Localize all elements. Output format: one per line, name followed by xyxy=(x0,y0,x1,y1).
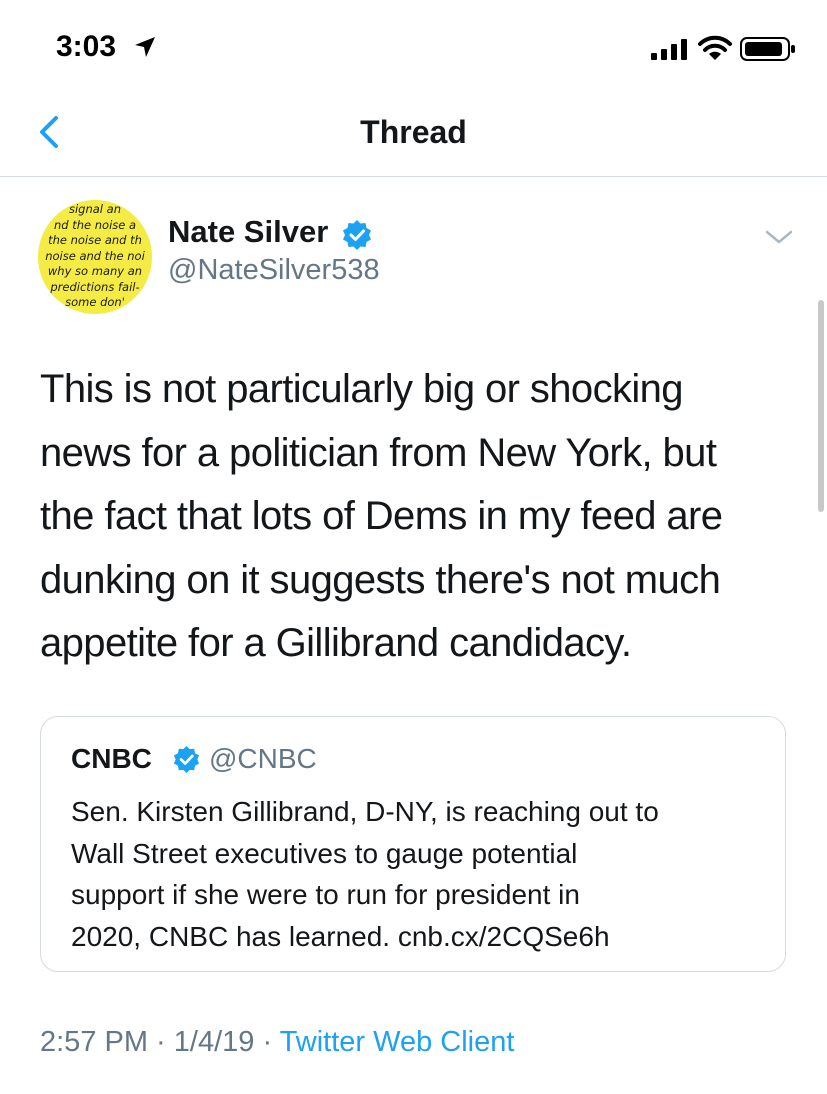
meta-separator: · xyxy=(254,1026,280,1058)
author-handle[interactable]: @NateSilver538 xyxy=(168,254,380,287)
avatar-text: signal an nd the noise a the noise and t… xyxy=(38,202,152,311)
tweet-text: This is not particularly big or shocking… xyxy=(40,358,800,676)
verified-badge-icon xyxy=(173,746,200,773)
avatar-line: some don' xyxy=(65,295,125,309)
tweet-date: 1/4/19 xyxy=(173,1026,255,1058)
quote-line: 2020, CNBC has learned. cnb.cx/2CQSe6h xyxy=(71,920,610,952)
avatar-line: the noise and th xyxy=(48,233,142,247)
avatar-line: nd the noise a xyxy=(53,217,137,232)
status-bar: 3:03 xyxy=(0,0,827,96)
tweet-time: 2:57 PM xyxy=(40,1026,148,1058)
tweet-line: news for a politician from New York, but xyxy=(40,430,717,475)
verified-badge-icon xyxy=(343,220,371,250)
source-link[interactable]: Twitter Web Client xyxy=(280,1026,515,1058)
avatar[interactable]: signal an nd the noise a the noise and t… xyxy=(38,200,152,314)
avatar-line: signal an xyxy=(68,202,121,216)
scrollbar[interactable] xyxy=(818,300,824,512)
page-title: Thread xyxy=(360,114,467,150)
status-time: 3:03 xyxy=(56,30,117,63)
meta-separator: · xyxy=(148,1026,174,1058)
chevron-down-icon[interactable] xyxy=(764,226,794,248)
tweet-line: appetite for a Gillibrand candidacy. xyxy=(40,621,632,665)
quote-text: Sen. Kirsten Gillibrand, D-NY, is reachi… xyxy=(71,791,771,957)
wifi-icon xyxy=(698,35,732,60)
tweet-meta: 2:57 PM · 1/4/19 · Twitter Web Client xyxy=(40,1026,514,1059)
author-name[interactable]: Nate Silver xyxy=(168,214,328,250)
quote-line: support if she were to run for president… xyxy=(71,879,580,910)
nav-bar: Thread xyxy=(0,96,827,177)
cellular-signal-icon xyxy=(651,39,687,60)
avatar-line: predictions fail- xyxy=(50,279,140,294)
quote-line: Sen. Kirsten Gillibrand, D-NY, is reachi… xyxy=(71,796,659,827)
quote-author-name: CNBC xyxy=(71,743,152,774)
quote-author-handle: @CNBC xyxy=(209,743,317,774)
battery-icon xyxy=(740,37,795,61)
location-arrow-icon xyxy=(135,37,155,57)
avatar-line: why so many an xyxy=(47,264,143,278)
avatar-line: noise and the noi xyxy=(45,248,145,263)
tweet-line: dunking on it suggests there's not much xyxy=(40,557,721,602)
tweet-line: the fact that lots of Dems in my feed ar… xyxy=(40,494,723,538)
quote-line: Wall Street executives to gauge potentia… xyxy=(71,837,578,869)
quote-tweet-card[interactable]: CNBC @CNBC Sen. Kirsten Gillibrand, D-NY… xyxy=(40,716,786,972)
tweet-line: This is not particularly big or shocking xyxy=(40,367,684,411)
